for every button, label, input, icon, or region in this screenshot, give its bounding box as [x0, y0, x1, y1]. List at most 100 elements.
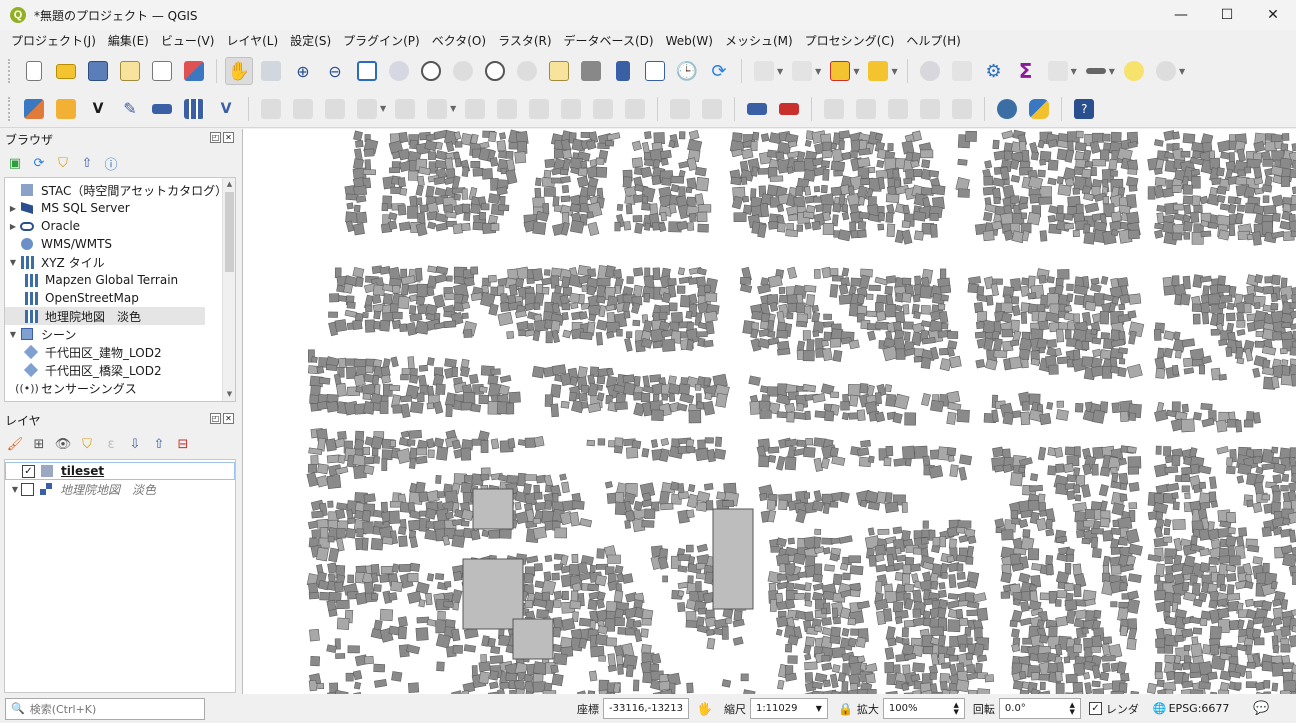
- expand-arrow-icon[interactable]: ▼: [7, 330, 19, 339]
- zoom-to-layer-button[interactable]: [417, 57, 445, 85]
- scroll-down-icon[interactable]: ▼: [223, 388, 235, 401]
- maximize-button[interactable]: ☐: [1204, 0, 1250, 30]
- lock-icon[interactable]: 🔒: [838, 702, 853, 716]
- crs-globe-icon[interactable]: 🌐: [1153, 702, 1167, 715]
- menu-project[interactable]: プロジェクト(J): [5, 32, 102, 49]
- expand-arrow-icon[interactable]: ▶: [7, 222, 19, 231]
- pan-to-selection-button[interactable]: [257, 57, 285, 85]
- open-field-calculator-button[interactable]: [1044, 57, 1072, 85]
- measure-button[interactable]: [1082, 57, 1110, 85]
- identify-select-button[interactable]: [864, 57, 892, 85]
- attribute-table-button[interactable]: [948, 57, 976, 85]
- add-raster-layer-button[interactable]: [180, 95, 208, 123]
- move-label-button[interactable]: [884, 95, 912, 123]
- zoom-full-button[interactable]: [353, 57, 381, 85]
- layout-manager-button[interactable]: [148, 57, 176, 85]
- filter-icon[interactable]: ⛉: [54, 154, 72, 172]
- menu-plugins[interactable]: プラグイン(P): [337, 32, 426, 49]
- browser-item-wms[interactable]: WMS/WMTS: [5, 235, 235, 253]
- paste-button[interactable]: [557, 95, 585, 123]
- new-map-view-button[interactable]: [545, 57, 573, 85]
- browser-item-osm[interactable]: OpenStreetMap: [5, 289, 235, 307]
- toggle-editing-button[interactable]: [289, 95, 317, 123]
- dropdown-arrow-icon[interactable]: ▼: [450, 104, 456, 113]
- style-manager-button[interactable]: [180, 57, 208, 85]
- temporal-controller-button[interactable]: 🕒: [673, 57, 701, 85]
- menu-processing[interactable]: プロセシング(C): [799, 32, 901, 49]
- add-vector-tile-button[interactable]: V: [212, 95, 240, 123]
- close-panel-button[interactable]: ✕: [223, 413, 234, 424]
- browser-tree[interactable]: STAC（時空間アセットカタログ） ▶ MS SQL Server ▶ Orac…: [4, 177, 236, 402]
- label-tool-button[interactable]: [666, 95, 694, 123]
- refresh-button[interactable]: ⟳: [705, 57, 733, 85]
- identify-features-button[interactable]: [916, 57, 944, 85]
- crs-value[interactable]: EPSG:6677: [1169, 702, 1230, 715]
- deselect-button[interactable]: [826, 57, 854, 85]
- pin-labels-button[interactable]: [820, 95, 848, 123]
- layers-tree[interactable]: ✓ tileset ▼ 地理院地図 淡色: [4, 459, 236, 693]
- expand-arrow-icon[interactable]: ▶: [7, 204, 19, 213]
- show-bookmarks-button[interactable]: [641, 57, 669, 85]
- close-panel-button[interactable]: ✕: [223, 132, 234, 143]
- toolbar-grip[interactable]: [8, 59, 12, 83]
- float-panel-button[interactable]: ◰: [210, 413, 221, 424]
- new-geopackage-button[interactable]: [52, 95, 80, 123]
- locator-button[interactable]: [1152, 57, 1180, 85]
- map-tips-button[interactable]: [1120, 57, 1148, 85]
- info-icon[interactable]: ⓘ: [102, 154, 120, 173]
- close-button[interactable]: ✕: [1250, 0, 1296, 30]
- browser-item-mapzen[interactable]: Mapzen Global Terrain: [5, 271, 235, 289]
- qgis-cloud-button[interactable]: [993, 95, 1021, 123]
- zoom-in-button[interactable]: ⊕: [289, 57, 317, 85]
- add-vector-layer-button[interactable]: V: [84, 95, 112, 123]
- new-bookmark-button[interactable]: [609, 57, 637, 85]
- select-by-value-button[interactable]: [788, 57, 816, 85]
- toggle-extents-icon[interactable]: 🖐: [697, 702, 712, 716]
- processing-toolbox-button[interactable]: ⚙: [980, 57, 1008, 85]
- open-project-button[interactable]: [52, 57, 80, 85]
- layer-visibility-checkbox[interactable]: [21, 482, 34, 496]
- filter-legend-icon[interactable]: ⛉: [78, 435, 96, 453]
- collapse-all-icon[interactable]: ⇧: [150, 435, 168, 453]
- add-delimited-text-button[interactable]: ✎: [116, 95, 144, 123]
- spin-arrows-icon[interactable]: ▲ ▼: [954, 701, 959, 716]
- browser-item-gsi-pale[interactable]: 地理院地図 淡色: [5, 307, 205, 325]
- zoom-last-button[interactable]: [481, 57, 509, 85]
- coordinate-field[interactable]: -33116,-13213: [603, 698, 689, 719]
- undo-button[interactable]: [589, 95, 617, 123]
- spin-arrows-icon[interactable]: ▲ ▼: [1070, 701, 1075, 716]
- change-label-button[interactable]: [948, 95, 976, 123]
- cut-button[interactable]: [493, 95, 521, 123]
- float-panel-button[interactable]: ◰: [210, 132, 221, 143]
- browser-item-scenes[interactable]: ▼ シーン: [5, 325, 235, 343]
- menu-database[interactable]: データベース(D): [558, 32, 660, 49]
- expand-all-icon[interactable]: ⇩: [126, 435, 144, 453]
- add-group-icon[interactable]: ⊞: [30, 435, 48, 453]
- layer-item-gsi-pale[interactable]: ▼ 地理院地図 淡色: [5, 480, 235, 498]
- new-3d-view-button[interactable]: [577, 57, 605, 85]
- pan-map-button[interactable]: ✋: [225, 57, 253, 85]
- rotation-spinbox[interactable]: 0.0° ▲ ▼: [998, 698, 1081, 719]
- collapse-all-icon[interactable]: ⇧: [78, 154, 96, 172]
- browser-item-mssql[interactable]: ▶ MS SQL Server: [5, 199, 235, 217]
- python-console-button[interactable]: [1025, 95, 1053, 123]
- map-canvas[interactable]: [242, 129, 1296, 694]
- save-edits-button[interactable]: [321, 95, 349, 123]
- zoom-native-button[interactable]: [449, 57, 477, 85]
- zoom-next-button[interactable]: [513, 57, 541, 85]
- expand-arrow-icon[interactable]: ▼: [9, 485, 21, 494]
- browser-item-chiyoda-building[interactable]: 千代田区_建物_LOD2: [5, 343, 235, 361]
- messages-icon[interactable]: 💬: [1253, 701, 1269, 716]
- dropdown-arrow-icon[interactable]: ▼: [891, 67, 897, 76]
- menu-view[interactable]: ビュー(V): [155, 32, 221, 49]
- layer-visibility-checkbox[interactable]: ✓: [22, 464, 35, 478]
- browser-item-chiyoda-bridge[interactable]: 千代田区_橋梁_LOD2: [5, 361, 235, 379]
- browser-item-stac[interactable]: STAC（時空間アセットカタログ）: [5, 181, 235, 199]
- select-features-button[interactable]: [750, 57, 778, 85]
- render-checkbox[interactable]: ✓: [1088, 702, 1102, 715]
- expand-arrow-icon[interactable]: ▼: [7, 258, 19, 267]
- menu-vector[interactable]: ベクタ(O): [426, 32, 492, 49]
- minimize-button[interactable]: —: [1158, 0, 1204, 30]
- scale-combobox[interactable]: 1:11029 ▼: [749, 698, 828, 719]
- menu-settings[interactable]: 設定(S): [284, 32, 337, 49]
